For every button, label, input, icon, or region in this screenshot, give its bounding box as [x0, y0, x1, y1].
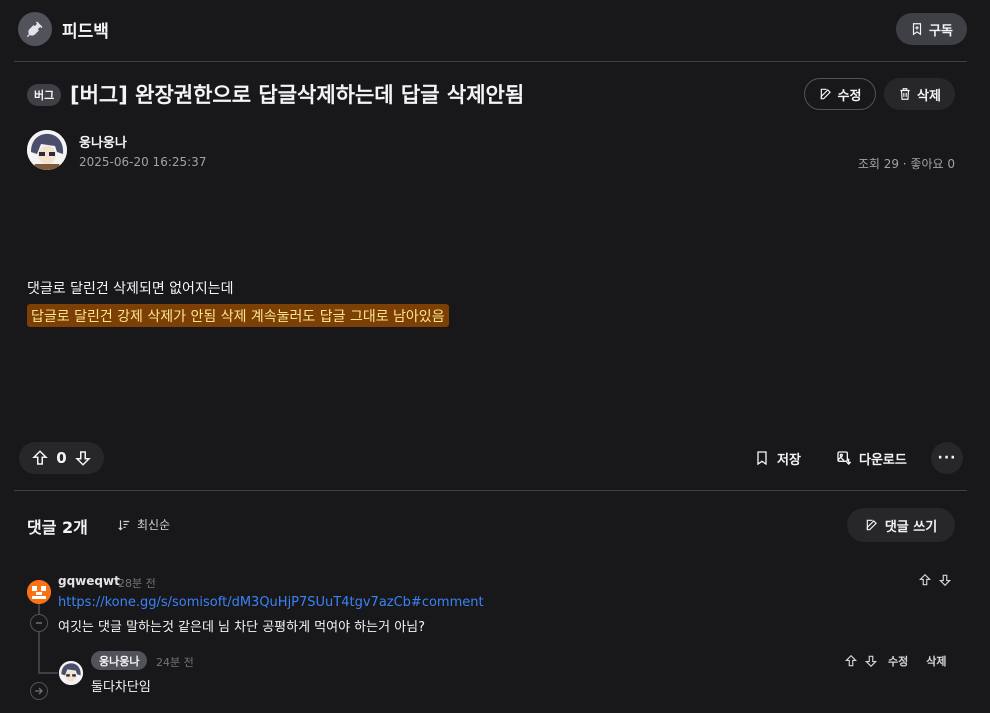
edit-icon: [820, 88, 831, 100]
delete-label: 삭제: [917, 88, 941, 104]
thread-line: [38, 672, 58, 674]
channel-name[interactable]: 피드백: [62, 17, 109, 42]
reply-time: 24분 전: [156, 656, 194, 669]
vote-count: 0: [56, 449, 67, 467]
subscribe-button[interactable]: 구독: [896, 13, 967, 45]
post-stats: 조회 29 · 좋아요 0: [857, 157, 955, 171]
delete-post-button[interactable]: 삭제: [884, 78, 955, 110]
downvote-icon[interactable]: [74, 449, 92, 467]
reply-edit-button[interactable]: 수정: [888, 653, 908, 669]
save-button[interactable]: 저장: [754, 442, 801, 474]
comment-link[interactable]: https://kone.gg/s/somisoft/dM3QuHjP7SUuT…: [58, 595, 484, 610]
author-avatar[interactable]: [27, 130, 67, 170]
post-body-highlight: 답글로 달린건 강제 삭제가 안됨 삭제 계속눌러도 답글 그대로 남아있음: [27, 304, 449, 327]
category-badge: 버그: [27, 84, 62, 106]
divider: [14, 61, 967, 62]
upvote-icon[interactable]: [918, 573, 932, 587]
more-options-button[interactable]: ···: [931, 442, 963, 474]
expand-thread-icon[interactable]: [30, 682, 48, 700]
edit-post-button[interactable]: 수정: [804, 78, 876, 110]
reply-author-avatar[interactable]: [59, 661, 83, 685]
comments-count-title: 댓글 2개: [27, 518, 88, 537]
downvote-icon[interactable]: [938, 573, 952, 587]
channel-header: 피드백 구독: [0, 0, 990, 58]
subscribe-label: 구독: [929, 23, 953, 39]
sort-label: 최신순: [137, 518, 171, 532]
bookmark-plus-icon: [912, 23, 922, 36]
reply-delete-button[interactable]: 삭제: [926, 653, 946, 669]
author-name[interactable]: 웅나웅나: [79, 132, 127, 151]
download-label: 다운로드: [859, 452, 907, 468]
post-body-line: 댓글로 달린건 삭제되면 없어지는데: [27, 281, 234, 297]
write-comment-label: 댓글 쓰기: [884, 519, 938, 535]
commenter-avatar[interactable]: [27, 580, 51, 604]
comment-vote-actions: [918, 573, 952, 587]
vote-control: 0: [19, 442, 104, 474]
comment-author[interactable]: gqweqwt: [58, 574, 120, 588]
reply-actions: 수정 삭제: [844, 653, 947, 669]
edit-icon: [866, 519, 877, 531]
collapse-thread-icon[interactable]: [30, 614, 48, 632]
edit-label: 수정: [837, 88, 862, 104]
sort-icon: [118, 519, 130, 530]
plug-icon[interactable]: [18, 12, 52, 46]
thread-line: [38, 632, 40, 672]
more-icon: ···: [937, 450, 957, 466]
save-label: 저장: [777, 452, 801, 468]
bookmark-icon: [757, 451, 767, 466]
upvote-icon[interactable]: [844, 654, 858, 668]
upvote-icon[interactable]: [31, 449, 49, 467]
divider: [14, 490, 967, 491]
comment-text: 여깃는 댓글 말하는것 같은데 님 차단 공평하게 먹여야 하는거 아님?: [58, 620, 426, 635]
sort-button[interactable]: 최신순: [117, 516, 170, 533]
write-comment-button[interactable]: 댓글 쓰기: [847, 508, 955, 542]
comment-time: 28분 전: [118, 577, 156, 590]
download-button[interactable]: 다운로드: [836, 442, 907, 474]
post-date: 2025-06-20 16:25:37: [79, 155, 207, 169]
trash-icon: [900, 88, 910, 100]
downvote-icon[interactable]: [864, 654, 878, 668]
reply-text: 둘다차단임: [91, 680, 151, 695]
image-download-icon: [837, 451, 852, 465]
post-title: [버그] 완장권한으로 답글삭제하는데 답글 삭제안됨: [70, 83, 525, 107]
reply-author-tag[interactable]: 웅나웅나: [91, 651, 148, 670]
